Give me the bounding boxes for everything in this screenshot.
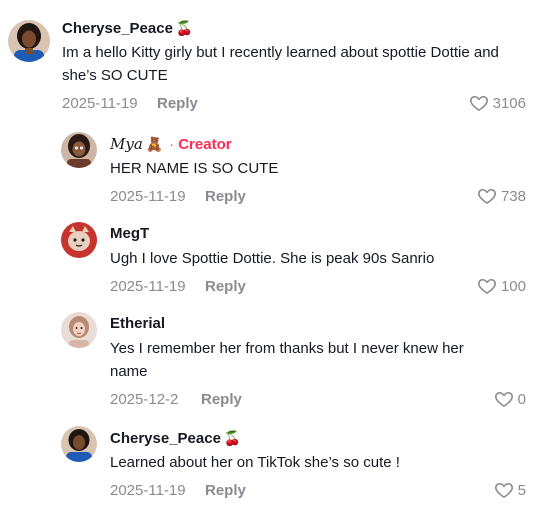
- comment-date: 2025-11-19: [110, 278, 186, 295]
- avatar[interactable]: [61, 132, 97, 168]
- avatar[interactable]: [61, 426, 97, 462]
- avatar[interactable]: [61, 222, 97, 258]
- username[interactable]: Cheryse_Peace: [110, 430, 221, 447]
- heart-icon: [494, 391, 513, 407]
- comment-body: Etherial Yes I remember her from thanks …: [110, 314, 534, 411]
- like-button[interactable]: 100: [477, 276, 526, 296]
- username[interactable]: 𝑀𝑦𝑎: [110, 135, 143, 153]
- like-button[interactable]: 5: [494, 480, 526, 500]
- reply-button[interactable]: Reply: [157, 95, 198, 112]
- heart-icon: [469, 95, 488, 111]
- comment-date: 2025-11-19: [110, 482, 186, 499]
- like-button[interactable]: 3106: [469, 93, 526, 113]
- reply-button[interactable]: Reply: [205, 188, 246, 205]
- comment-body: Cheryse_Peace 🍒 Learned about her on TikT…: [110, 428, 534, 502]
- comment-text: HER NAME IS SO CUTE: [110, 160, 279, 177]
- like-count: 100: [500, 277, 526, 295]
- avatar[interactable]: [8, 20, 50, 62]
- comment-text: Ugh I love Spottie Dottie. She is peak 9…: [110, 250, 435, 267]
- heart-icon: [478, 278, 496, 294]
- comment-body: 𝑀𝑦𝑎 🧸 · Creator HER NAME IS SO CUTE 2025-11…: [110, 134, 534, 208]
- comment-text: Yes I remember her from thanks but I nev…: [110, 340, 464, 380]
- like-button[interactable]: 738: [477, 186, 526, 206]
- separator-dot: ·: [169, 136, 175, 153]
- comment-meta: 2025-12-2 Reply 0: [110, 389, 534, 411]
- comment-body: MegT Ugh I love Spottie Dottie. She is p…: [110, 224, 534, 298]
- like-count: 5: [517, 481, 526, 499]
- cherry-emoji: 🍒: [223, 430, 242, 446]
- avatar[interactable]: [61, 312, 97, 348]
- comment-body: Cheryse_Peace 🍒 Im a hello Kitty girly bu…: [62, 18, 534, 115]
- username[interactable]: Cheryse_Peace: [62, 20, 173, 37]
- comment-meta: 2025-11-19 Reply 3106: [62, 93, 534, 115]
- reply-button[interactable]: Reply: [201, 391, 242, 408]
- reply-button[interactable]: Reply: [205, 482, 246, 499]
- like-count: 0: [517, 390, 526, 408]
- comment-text: Learned about her on TikTok she’s so cut…: [110, 454, 400, 471]
- comment-meta: 2025-11-19 Reply 738: [110, 186, 534, 208]
- creator-badge: Creator: [178, 136, 232, 153]
- comment-date: 2025-11-19: [62, 95, 138, 112]
- like-count: 3106: [492, 94, 526, 112]
- comment-text: Im a hello Kitty girly but I recently le…: [62, 44, 499, 84]
- username[interactable]: Etherial: [110, 314, 534, 334]
- comment-meta: 2025-11-19 Reply 5: [110, 480, 534, 502]
- heart-icon: [494, 482, 513, 498]
- bear-emoji: 🧸: [145, 136, 164, 152]
- comment-date: 2025-12-2: [110, 391, 179, 408]
- comment-date: 2025-11-19: [110, 188, 186, 205]
- reply-button[interactable]: Reply: [205, 278, 246, 295]
- heart-icon: [478, 188, 496, 204]
- cherry-emoji: 🍒: [175, 20, 194, 36]
- like-button[interactable]: 0: [494, 389, 526, 409]
- username[interactable]: MegT: [110, 224, 534, 244]
- like-count: 738: [500, 187, 526, 205]
- comment-meta: 2025-11-19 Reply 100: [110, 276, 534, 298]
